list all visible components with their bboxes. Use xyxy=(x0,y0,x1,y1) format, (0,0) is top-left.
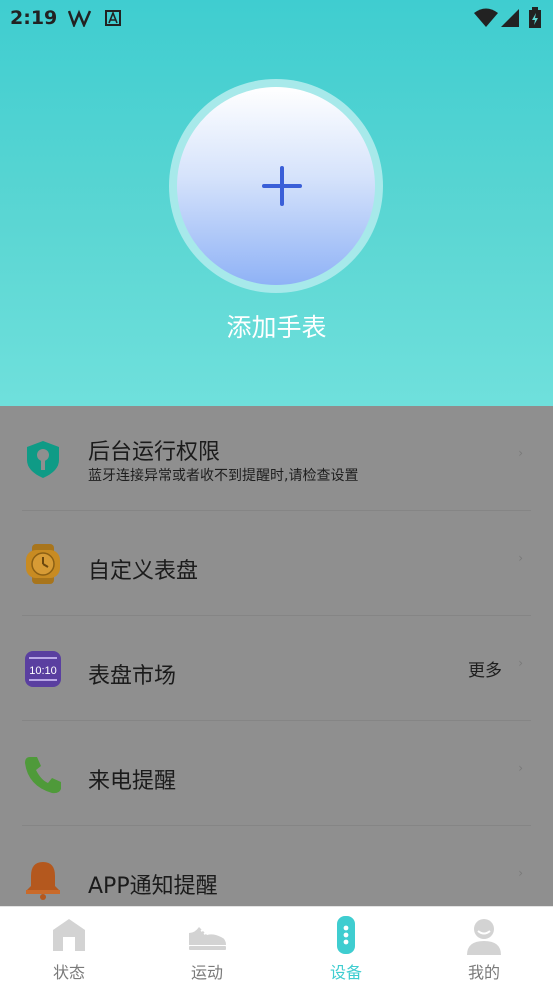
list-item-title: 后台运行权限 xyxy=(88,440,221,465)
settings-list: 后台运行权限 蓝牙连接异常或者收不到提醒时,请检查设置 › 自定义表盘 › 10… xyxy=(0,406,553,906)
list-item-title: 表盘市场 xyxy=(88,664,177,689)
tab-label: 运动 xyxy=(190,963,223,982)
status-bar: 2:19 xyxy=(0,0,553,38)
list-item-app-notification[interactable]: APP通知提醒 › xyxy=(0,826,553,906)
list-item-title: 自定义表盘 xyxy=(88,559,199,584)
chevron-right-icon: › xyxy=(518,551,523,565)
header: 2:19 添加手表 xyxy=(0,0,553,406)
list-item-title: 来电提醒 xyxy=(88,769,177,794)
list-item-title: APP通知提醒 xyxy=(88,874,218,899)
list-item-dial-market[interactable]: 10:10 表盘市场 更多 › xyxy=(0,616,553,721)
shoe-icon xyxy=(189,927,226,950)
tab-device[interactable]: 设备 xyxy=(277,907,415,984)
watch-face-market-icon: 10:10 xyxy=(25,651,61,687)
list-item-subtitle: 蓝牙连接异常或者收不到提醒时,请检查设置 xyxy=(88,468,359,484)
tab-status[interactable]: 状态 xyxy=(0,907,138,984)
notification-a-icon xyxy=(105,10,121,26)
chevron-right-icon: › xyxy=(518,656,523,670)
wifi-icon xyxy=(474,8,498,27)
tab-label: 状态 xyxy=(52,963,85,982)
tab-mine[interactable]: 我的 xyxy=(415,907,553,984)
more-link[interactable]: 更多 xyxy=(468,656,502,681)
list-item-background-permission[interactable]: 后台运行权限 蓝牙连接异常或者收不到提醒时,请检查设置 › xyxy=(0,406,553,511)
battery-icon xyxy=(529,7,541,28)
tab-label: 设备 xyxy=(329,963,362,982)
watch-icon xyxy=(26,544,60,584)
tab-label: 我的 xyxy=(467,963,500,982)
bell-icon xyxy=(26,862,60,900)
watch-face-time: 10:10 xyxy=(29,665,57,677)
w-logo-icon xyxy=(68,9,92,27)
add-watch-button[interactable] xyxy=(169,79,383,293)
chevron-right-icon: › xyxy=(518,866,523,880)
bottom-tab-bar: 状态 运动 设备 我的 xyxy=(0,906,553,984)
chevron-right-icon: › xyxy=(518,446,523,460)
signal-icon xyxy=(501,9,519,27)
plus-icon-vertical xyxy=(280,166,284,206)
add-watch-label[interactable]: 添加手表 xyxy=(0,308,553,344)
list-item-call-reminder[interactable]: 来电提醒 › xyxy=(0,721,553,826)
home-icon xyxy=(53,919,85,951)
list-item-custom-dial[interactable]: 自定义表盘 › xyxy=(0,511,553,616)
chevron-right-icon: › xyxy=(518,761,523,775)
band-icon xyxy=(337,916,355,954)
tab-sport[interactable]: 运动 xyxy=(138,907,276,984)
status-time: 2:19 xyxy=(10,7,58,29)
phone-icon xyxy=(25,757,61,794)
shield-key-icon xyxy=(27,441,59,478)
user-icon xyxy=(467,919,501,955)
add-watch-circle[interactable] xyxy=(177,87,375,285)
